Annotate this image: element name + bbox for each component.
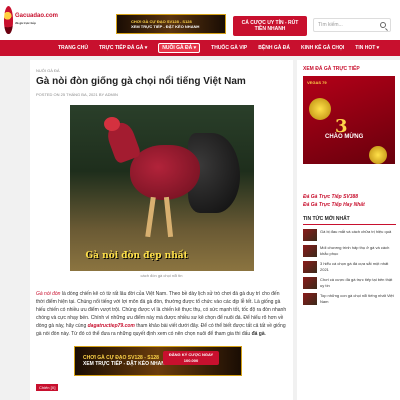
article-ad-banner[interactable]: CHƠI GÀ CỰ ĐẠO SV128 - S128 XEM TRỰC TIẾ…: [74, 346, 242, 376]
header-banner-line2: XEM TRỰC TIẾP - ĐẶT KÈO NHANH: [131, 24, 200, 29]
sidebar: XEM ĐÁ GÀ TRỰC TIẾP VEGAS 79 3 CHÀO MỪNG…: [297, 60, 400, 400]
search-placeholder: Tìm kiếm...: [318, 22, 343, 28]
coin-icon: [309, 98, 331, 120]
nav-item-raising[interactable]: NUÔI GÀ ĐÁ ▾: [158, 43, 201, 53]
sidebar-heading: XEM ĐÁ GÀ TRỰC TIẾP: [303, 66, 360, 72]
news-item[interactable]: Gà bị đau mắt và cách chữa trị hiệu quả: [303, 229, 396, 241]
article-title: Gà nòi đòn giống gà chọi nổi tiếng Việt …: [36, 76, 246, 87]
news-thumbnail: [303, 277, 317, 289]
rooster-logo-icon: [4, 6, 13, 34]
ad-brand: VEGAS 79: [307, 80, 327, 85]
register-badge[interactable]: ĐĂNG KÝ CƯỢC NGAY 100.000: [163, 351, 219, 365]
news-list: Gà bị đau mắt và cách chữa trị hiệu quả …: [303, 229, 396, 305]
news-title[interactable]: Mối chương trình hấp thụ ở gà và cách kh…: [320, 245, 396, 257]
rooster-body: [129, 145, 200, 200]
header-cta-button[interactable]: CÁ CƯỢC UY TÍN - RÚT TIỀN NHANH: [233, 16, 307, 36]
coin-icon: [369, 146, 387, 164]
nav-item-hot-news[interactable]: TIN HOT ▾: [355, 45, 379, 51]
news-thumbnail: [303, 229, 317, 241]
article-tag[interactable]: Chiến [X]: [36, 384, 59, 391]
live-link-best[interactable]: Đá Gà Trực Tiếp Hay Nhất: [303, 202, 396, 208]
search-icon[interactable]: [380, 22, 386, 28]
live-link-sv388[interactable]: Đá Gà Trực Tiếp SV388: [303, 194, 396, 200]
cta-line2: TIỀN NHANH: [254, 26, 286, 32]
site-link[interactable]: dagatructiep79.com: [88, 323, 135, 329]
site-header: Gacuadao.com đá gà trực tiếp CHƠI GÀ CỰ …: [0, 0, 400, 40]
news-item[interactable]: Chơi cá cược đá gà trực tiếp tại bên thậ…: [303, 277, 396, 289]
logo-text: Gacuadao.com đá gà trực tiếp: [15, 13, 58, 27]
image-caption: cách đòn gà chọi nổi tin: [140, 273, 183, 278]
logo-subtitle: đá gà trực tiếp: [14, 21, 36, 25]
rooster-leg: [163, 196, 173, 238]
image-overlay-text: Gà nòi đòn đẹp nhất: [85, 251, 188, 261]
keyword-link[interactable]: Gà nòi đòn: [36, 291, 60, 297]
news-title[interactable]: Gà bị đau mắt và cách chữa trị hiệu quả: [320, 229, 391, 241]
news-title[interactable]: 3 hiểu cá chọn gà đá cựa sắt một nhất 20…: [320, 261, 396, 273]
paragraph-end: .: [264, 331, 267, 337]
rooster-leg: [144, 196, 156, 238]
rooster-head: [103, 117, 120, 131]
ad-word: CHÀO MỪNG: [325, 134, 364, 140]
search-input[interactable]: Tìm kiếm...: [313, 18, 391, 32]
sidebar-ad[interactable]: VEGAS 79 3 CHÀO MỪNG: [303, 76, 395, 186]
nav-item-medicine[interactable]: THUỐC GÀ VIP: [211, 45, 247, 51]
news-heading: TIN TỨC MỚI NHẤT: [303, 216, 396, 225]
news-item[interactable]: Top những con gà chọi nổi tiếng nhất Việ…: [303, 293, 396, 305]
news-item[interactable]: Mối chương trình hấp thụ ở gà và cách kh…: [303, 245, 396, 257]
nav-item-disease[interactable]: BỆNH GÀ ĐÁ: [258, 45, 290, 51]
nav-item-home[interactable]: TRANG CHỦ: [58, 45, 88, 51]
article-paragraph: Gà nòi đòn là dòng chiến kê có từ rất lâ…: [36, 290, 287, 338]
main-nav: TRANG CHỦ TRỰC TIẾP ĐÁ GÀ ▾ NUÔI GÀ ĐÁ ▾…: [0, 40, 400, 56]
news-item[interactable]: 3 hiểu cá chọn gà đá cựa sắt một nhất 20…: [303, 261, 396, 273]
article: NUÔI GÀ ĐÁ Gà nòi đòn giống gà chọi nổi …: [30, 60, 293, 400]
nav-item-experience[interactable]: KINH KÊ GÀ CHỌI: [301, 45, 344, 51]
news-thumbnail: [303, 245, 317, 257]
nav-item-live[interactable]: TRỰC TIẾP ĐÁ GÀ ▾: [99, 45, 147, 51]
news-title[interactable]: Top những con gà chọi nổi tiếng nhất Việ…: [320, 293, 396, 305]
news-thumbnail: [303, 261, 317, 273]
article-meta: POSTED ON 25 THÁNG BA, 2021 BY ADMIN: [36, 92, 118, 97]
logo-title: Gacuadao.com: [14, 13, 58, 19]
news-title[interactable]: Chơi cá cược đá gà trực tiếp tại bên thậ…: [320, 277, 396, 289]
bold-link[interactable]: đá gà: [252, 331, 265, 337]
article-image: Gà nòi đòn đẹp nhất: [69, 105, 254, 271]
site-logo[interactable]: Gacuadao.com đá gà trực tiếp: [4, 4, 58, 36]
breadcrumb[interactable]: NUÔI GÀ ĐÁ: [36, 68, 287, 73]
news-thumbnail: [303, 293, 317, 305]
ad-strip: [303, 164, 395, 186]
header-ad-banner[interactable]: CHƠI GÀ CỰ ĐẠO SV128 - S128 XEM TRỰC TIẾ…: [116, 14, 226, 34]
